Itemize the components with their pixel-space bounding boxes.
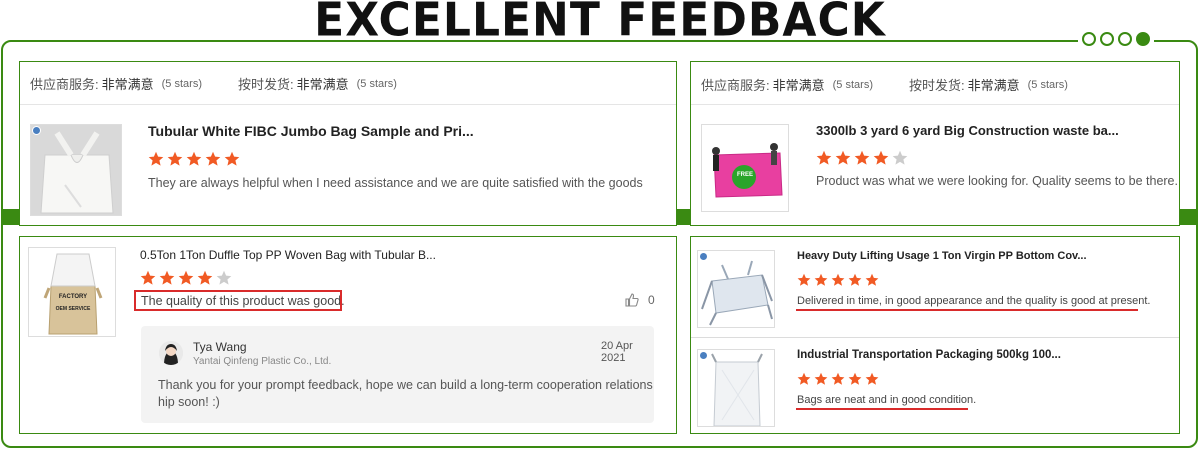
seller-reply: Tya Wang Yantai Qinfeng Plastic Co., Ltd… [141, 326, 654, 423]
star-rating [140, 270, 232, 286]
product-thumbnail[interactable] [697, 250, 775, 328]
star-filled-icon [831, 273, 845, 286]
carousel-dot[interactable] [1118, 32, 1132, 46]
product-thumbnail[interactable]: FREE [701, 124, 789, 212]
star-filled-icon [205, 151, 221, 166]
free-label: FREE [736, 172, 753, 178]
replier-name: Tya Wang [193, 340, 247, 354]
white-jumbo-bag-image [31, 125, 121, 215]
star-filled-icon [140, 270, 156, 285]
star-filled-icon [854, 150, 870, 165]
delivery-count: (5 stars) [1027, 78, 1068, 91]
review-text: Product was what we were looking for. Qu… [816, 174, 1178, 188]
oem-service-label: OEM SERVICE [55, 306, 91, 312]
star-filled-icon [814, 372, 828, 385]
star-filled-icon [816, 150, 832, 165]
product-thumbnail[interactable] [30, 124, 122, 216]
star-filled-icon [835, 150, 851, 165]
duffle-top-bag-image [29, 248, 115, 336]
verified-badge-icon [699, 351, 708, 360]
star-filled-icon [797, 273, 811, 286]
supplier-service-value: 非常满意 [101, 77, 154, 92]
carousel-dot[interactable] [1082, 32, 1096, 46]
star-filled-icon [148, 151, 164, 166]
factory-label: FACTORY [58, 294, 88, 300]
star-rating [797, 273, 879, 287]
star-filled-icon [848, 273, 862, 286]
review-card-bottom-left: FACTORY OEM SERVICE 0.5Ton 1Ton Duffle T… [19, 236, 677, 434]
product-title[interactable]: 0.5Ton 1Ton Duffle Top PP Woven Bag with… [140, 248, 436, 262]
review-text: Delivered in time, in good appearance an… [797, 295, 1151, 307]
reply-date: 20 Apr 2021 [601, 340, 633, 364]
product-title[interactable]: Heavy Duty Lifting Usage 1 Ton Virgin PP… [797, 250, 1087, 262]
carousel-dot[interactable] [1100, 32, 1114, 46]
rating-summary: 供应商服务: 非常满意 (5 stars) 按时发货: 非常满意 (5 star… [701, 75, 1068, 94]
verified-badge-icon [32, 126, 41, 135]
divider [20, 104, 676, 105]
star-filled-icon [814, 273, 828, 286]
star-filled-icon [865, 273, 879, 286]
lifting-bag-image [698, 251, 774, 327]
review-text: Bags are neat and in good condition. [797, 394, 977, 406]
delivery-label: 按时发货: [237, 77, 294, 92]
supplier-service-label: 供应商服务: [701, 78, 770, 93]
highlight-underline [796, 309, 1138, 311]
highlight-box [134, 290, 342, 311]
product-thumbnail[interactable] [697, 349, 775, 427]
supplier-service-count: (5 stars) [161, 77, 202, 90]
star-rating [797, 372, 879, 386]
carousel-dot-active[interactable] [1136, 32, 1150, 46]
star-rating [816, 150, 908, 166]
star-rating [148, 151, 240, 167]
product-title[interactable]: 3300lb 3 yard 6 yard Big Construction wa… [816, 123, 1119, 138]
reply-message: Thank you for your prompt feedback, hope… [158, 378, 653, 409]
star-filled-icon [159, 270, 175, 285]
star-empty-icon [892, 150, 908, 165]
star-filled-icon [224, 151, 240, 166]
verified-badge-icon [699, 252, 708, 261]
thumbs-up-icon [625, 293, 639, 307]
star-filled-icon [873, 150, 889, 165]
product-title[interactable]: Tubular White FIBC Jumbo Bag Sample and … [148, 123, 474, 139]
divider [691, 104, 1179, 105]
like-count: 0 [648, 293, 655, 307]
supplier-service-count: (5 stars) [832, 78, 873, 91]
star-filled-icon [197, 270, 213, 285]
avatar [159, 341, 183, 365]
delivery-count: (5 stars) [356, 77, 397, 90]
replier-company: Yantai Qinfeng Plastic Co., Ltd. [193, 356, 332, 367]
pink-construction-bag-image [702, 125, 788, 211]
star-empty-icon [216, 270, 232, 285]
product-title[interactable]: Industrial Transportation Packaging 500k… [797, 349, 1061, 361]
avatar-image [159, 341, 183, 365]
star-filled-icon [865, 372, 879, 385]
star-filled-icon [178, 270, 194, 285]
star-filled-icon [848, 372, 862, 385]
white-pp-bag-image [698, 350, 774, 426]
review-text: They are always helpful when I need assi… [148, 176, 643, 190]
supplier-service-label: 供应商服务: [30, 77, 99, 92]
product-thumbnail[interactable]: FACTORY OEM SERVICE [28, 247, 116, 337]
delivery-label: 按时发货: [908, 78, 965, 93]
star-filled-icon [797, 372, 811, 385]
delivery-value: 非常满意 [296, 77, 349, 92]
divider [691, 337, 1179, 338]
carousel-dots [1078, 32, 1154, 48]
review-card-bottom-right: Heavy Duty Lifting Usage 1 Ton Virgin PP… [690, 236, 1180, 434]
review-card-top-right: 供应商服务: 非常满意 (5 stars) 按时发货: 非常满意 (5 star… [690, 61, 1180, 226]
highlight-underline [796, 408, 968, 410]
rating-summary: 供应商服务: 非常满意 (5 stars) 按时发货: 非常满意 (5 star… [30, 74, 397, 93]
star-filled-icon [831, 372, 845, 385]
star-filled-icon [167, 151, 183, 166]
page-title: EXCELLENT FEEDBACK [314, 0, 886, 48]
like-button[interactable]: 0 [624, 292, 655, 308]
review-card-top-left: 供应商服务: 非常满意 (5 stars) 按时发货: 非常满意 (5 star… [19, 61, 677, 226]
delivery-value: 非常满意 [967, 78, 1020, 93]
supplier-service-value: 非常满意 [772, 78, 825, 93]
star-filled-icon [186, 151, 202, 166]
